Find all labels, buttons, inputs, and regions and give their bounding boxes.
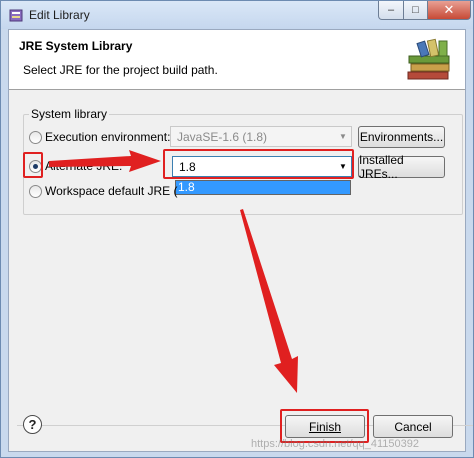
edit-library-dialog: Edit Library – □ ✕ JRE System Library Se… [0,0,474,458]
close-button[interactable]: ✕ [427,1,471,20]
environments-button[interactable]: Environments... [358,126,445,148]
cancel-button[interactable]: Cancel [373,415,453,438]
execution-environment-combo[interactable]: JavaSE-1.6 (1.8) ▼ [170,126,352,147]
dialog-client-area: JRE System Library Select JRE for the pr… [8,29,473,452]
chevron-down-icon: ▼ [339,132,347,141]
workspace-default-label: Workspace default JRE ( [45,184,178,198]
window-title: Edit Library [29,8,90,22]
workspace-default-radio[interactable] [29,185,42,198]
annotation-box-combo [163,149,354,179]
help-icon[interactable]: ? [23,415,42,434]
minimize-button[interactable]: – [378,1,404,20]
header-description: Select JRE for the project build path. [23,63,218,77]
eclipse-library-icon [9,9,23,22]
execution-environment-value: JavaSE-1.6 (1.8) [177,130,268,144]
maximize-button[interactable]: □ [403,1,428,20]
installed-jres-button[interactable]: Installed JREs... [358,153,445,181]
alternate-jre-label: Alternate JRE: [45,159,123,173]
title-bar[interactable]: Edit Library – □ ✕ [1,1,473,29]
execution-environment-radio[interactable] [29,131,42,144]
annotation-box-radio [23,152,43,178]
watermark: https://blog.csdn.net/qq_41150392 [251,438,419,450]
dialog-header: JRE System Library Select JRE for the pr… [9,30,465,90]
dropdown-option[interactable]: 1.8 [176,181,350,194]
alternate-jre-dropdown-list: 1.8 [175,180,351,195]
execution-environment-label: Execution environment: [45,130,171,144]
books-library-icon [407,38,450,80]
system-library-group-label: System library [29,107,110,121]
header-title: JRE System Library [19,39,133,53]
